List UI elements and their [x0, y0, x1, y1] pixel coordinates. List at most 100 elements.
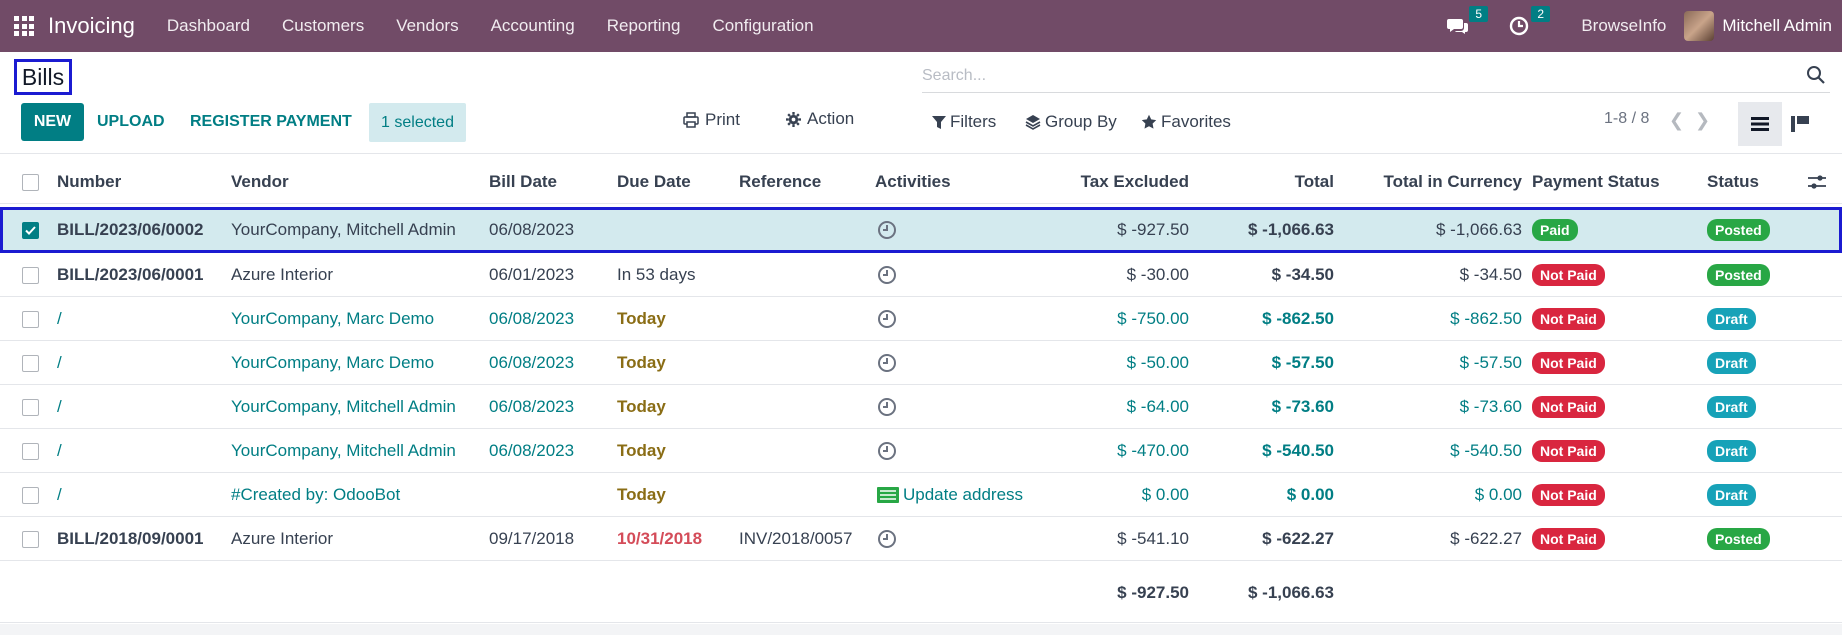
clock-icon[interactable]	[877, 529, 897, 549]
pager-value[interactable]: 1-8 / 8	[1604, 110, 1649, 128]
row-checkbox[interactable]	[22, 398, 39, 416]
totals-row: $ -927.50 $ -1,066.63	[0, 563, 1842, 623]
row-checkbox[interactable]	[22, 442, 39, 460]
systray: 5 2 BrowseInfo Mitchell Admin	[1433, 0, 1832, 52]
row-checkbox[interactable]	[22, 221, 39, 239]
table-row[interactable]: BILL/2023/06/0001 Azure Interior 06/01/202…	[0, 253, 1842, 297]
group-by-button[interactable]: Group By	[1025, 112, 1117, 132]
activities-button[interactable]: 2	[1509, 6, 1551, 36]
bill-date: 06/08/2023	[489, 353, 575, 372]
clock-icon[interactable]	[877, 441, 897, 461]
total-in-currency: $ -622.27	[1450, 529, 1522, 548]
status-badge: Posted	[1707, 528, 1770, 550]
optional-columns-icon[interactable]	[1808, 160, 1826, 204]
clock-icon[interactable]	[877, 309, 897, 329]
table-row[interactable]: BILL/2018/09/0001 Azure Interior 09/17/201…	[0, 517, 1842, 561]
due-date: Today	[617, 485, 666, 504]
status-cell: Posted	[1707, 210, 1770, 250]
column-status[interactable]: Status	[1707, 160, 1759, 204]
clock-icon	[1510, 16, 1529, 36]
search-input[interactable]	[922, 61, 1782, 91]
payment-status-cell: Not Paid	[1532, 473, 1605, 517]
list-view-button[interactable]	[1738, 102, 1782, 146]
tax-excluded: $ -470.00	[1117, 441, 1189, 460]
avatar	[1684, 11, 1715, 41]
total: $ -1,066.63	[1247, 220, 1334, 239]
column-total-in-currency[interactable]: Total in Currency	[1350, 160, 1522, 204]
column-vendor[interactable]: Vendor	[231, 160, 289, 204]
menu-accounting[interactable]: Accounting	[475, 16, 591, 36]
bill-date: 06/08/2023	[489, 441, 575, 460]
table-row[interactable]: / #Created by: OdooBot Today Update address…	[0, 473, 1842, 517]
column-reference[interactable]: Reference	[739, 160, 821, 204]
upload-button[interactable]: UPLOAD	[97, 103, 165, 141]
menu-vendors[interactable]: Vendors	[380, 16, 474, 36]
due-date: Today	[617, 309, 666, 328]
pager-previous-icon[interactable]: ❮	[1669, 110, 1684, 131]
table-row[interactable]: / YourCompany, Mitchell Admin 06/08/2023 To…	[0, 385, 1842, 429]
status-badge: Posted	[1707, 264, 1770, 286]
user-menu[interactable]: Mitchell Admin	[1684, 11, 1832, 41]
payment-status-cell: Not Paid	[1532, 517, 1605, 561]
table-row[interactable]: / YourCompany, Marc Demo 06/08/2023 Today $ …	[0, 297, 1842, 341]
clock-icon[interactable]	[877, 220, 897, 240]
column-due-date[interactable]: Due Date	[617, 160, 691, 204]
table-row[interactable]: BILL/2023/06/0002 YourCompany, Mitchell A…	[0, 207, 1842, 253]
payment-status-cell: Not Paid	[1532, 429, 1605, 473]
bill-number: /	[57, 397, 62, 416]
vendor-name: Azure Interior	[231, 265, 334, 284]
search-icon[interactable]	[1806, 65, 1826, 85]
menu-configuration[interactable]: Configuration	[696, 16, 829, 36]
row-checkbox[interactable]	[22, 354, 39, 372]
apps-menu-button[interactable]	[0, 0, 48, 52]
payment-status-cell: Not Paid	[1532, 385, 1605, 429]
gear-icon	[786, 111, 801, 127]
app-name[interactable]: Invoicing	[48, 13, 135, 39]
clock-icon[interactable]	[877, 265, 897, 285]
row-checkbox[interactable]	[22, 486, 39, 504]
row-select-cell	[22, 210, 39, 250]
table-row[interactable]: / YourCompany, Mitchell Admin 06/08/2023 To…	[0, 429, 1842, 473]
vendor-name: YourCompany, Mitchell Admin	[231, 441, 456, 460]
clock-icon[interactable]	[877, 397, 897, 417]
row-checkbox[interactable]	[22, 310, 39, 328]
payment-status-badge: Paid	[1532, 219, 1578, 241]
bill-number: BILL/2023/06/0001	[57, 265, 204, 284]
row-checkbox[interactable]	[22, 530, 39, 548]
menu-reporting[interactable]: Reporting	[591, 16, 697, 36]
action-label: Action	[807, 109, 855, 128]
menu-customers[interactable]: Customers	[266, 16, 380, 36]
pager-next-icon[interactable]: ❯	[1695, 110, 1710, 131]
activity-link[interactable]: Update address	[877, 485, 1023, 505]
menu-dashboard[interactable]: Dashboard	[151, 16, 266, 36]
messages-button[interactable]: 5	[1447, 6, 1489, 36]
activity-cell	[877, 517, 897, 561]
filters-button[interactable]: Filters	[932, 112, 996, 132]
register-payment-button[interactable]: REGISTER PAYMENT	[190, 103, 352, 141]
payment-status-badge: Not Paid	[1532, 440, 1605, 462]
kanban-view-button[interactable]	[1778, 102, 1822, 146]
favorites-button[interactable]: Favorites	[1141, 112, 1231, 132]
total: $ 0.00	[1286, 485, 1334, 504]
action-button[interactable]: Action	[786, 109, 854, 129]
bill-number: BILL/2023/06/0002	[57, 220, 204, 239]
status-badge: Draft	[1707, 352, 1756, 374]
clock-icon[interactable]	[877, 353, 897, 373]
column-number[interactable]: Number	[57, 160, 121, 204]
column-tax-excluded[interactable]: Tax Excluded	[1050, 160, 1189, 204]
column-bill-date[interactable]: Bill Date	[489, 160, 557, 204]
payment-status-cell: Paid	[1532, 210, 1578, 250]
row-select-cell	[22, 253, 39, 297]
print-button[interactable]: Print	[683, 110, 740, 130]
column-total[interactable]: Total	[1210, 160, 1334, 204]
row-select-cell	[22, 517, 39, 561]
company-switcher[interactable]: BrowseInfo	[1581, 16, 1666, 36]
table-row[interactable]: / YourCompany, Marc Demo 06/08/2023 Today $ …	[0, 341, 1842, 385]
bill-number: /	[57, 309, 62, 328]
column-payment-status[interactable]: Payment Status	[1532, 160, 1660, 204]
select-all-checkbox[interactable]	[22, 173, 39, 191]
row-checkbox[interactable]	[22, 266, 39, 284]
tax-excluded: $ -927.50	[1117, 220, 1189, 239]
column-activities[interactable]: Activities	[875, 160, 951, 204]
new-button[interactable]: NEW	[21, 103, 84, 141]
